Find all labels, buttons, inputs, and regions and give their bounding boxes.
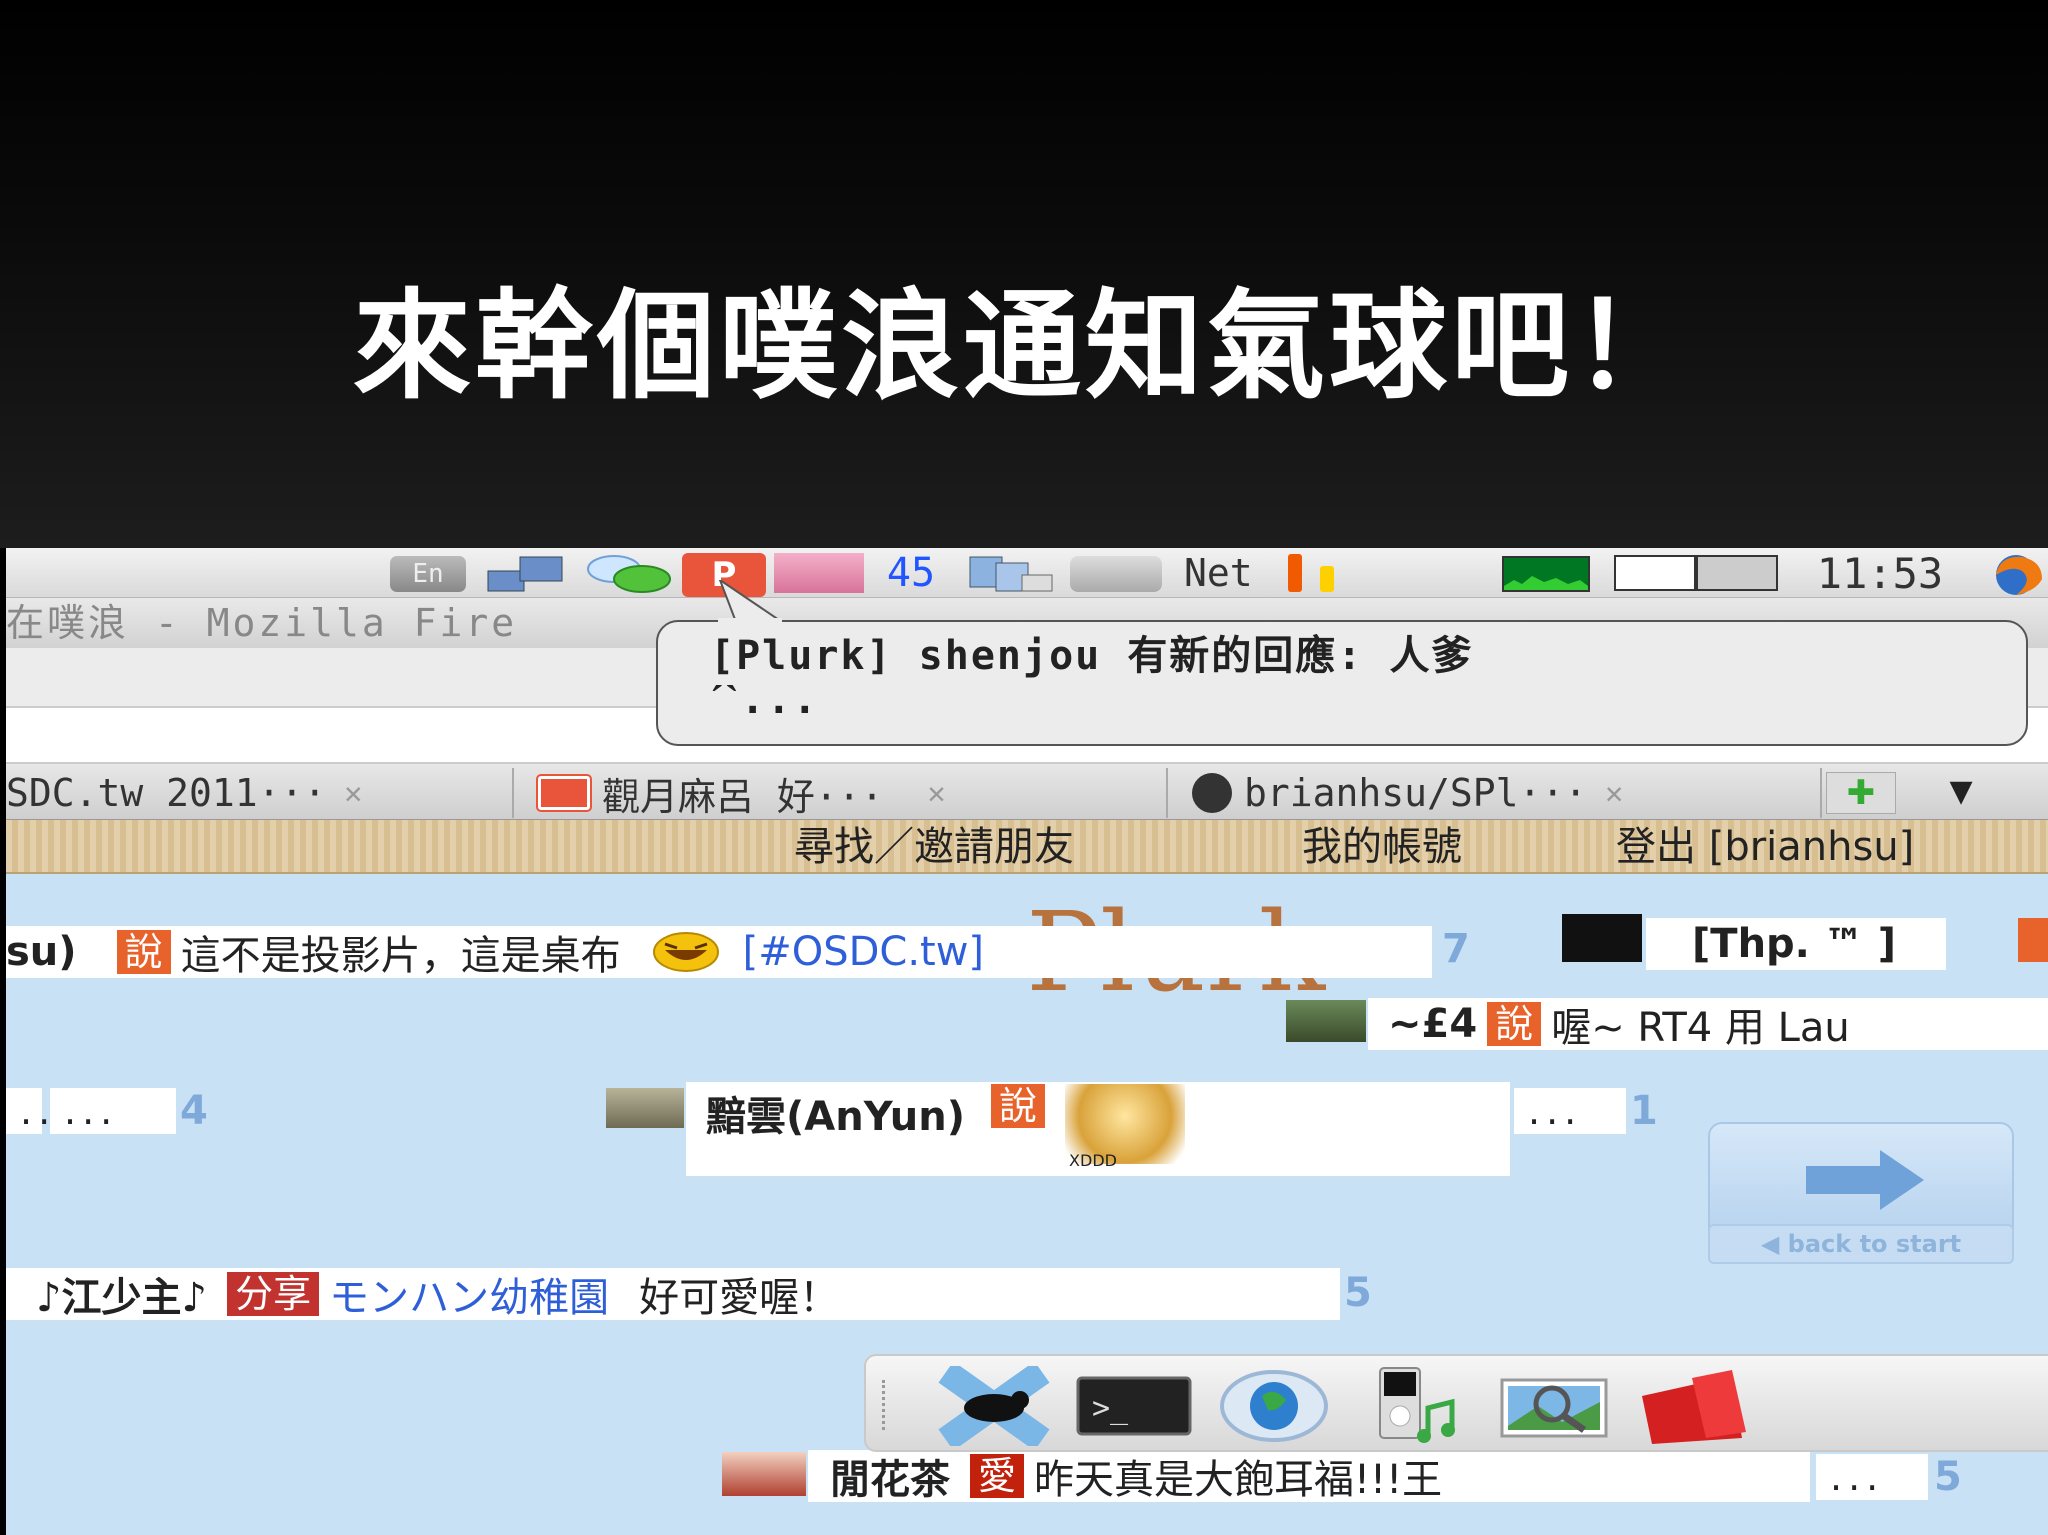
close-icon[interactable]: ✕ — [928, 776, 946, 811]
chat-icon[interactable] — [584, 553, 674, 593]
more-button[interactable]: ... — [50, 1088, 176, 1134]
qualifier-badge: 說 — [991, 1084, 1046, 1128]
firefox-icon[interactable] — [1982, 553, 2046, 595]
response-count[interactable]: 4 — [180, 1088, 208, 1134]
workspace-switcher-icon[interactable] — [1610, 553, 1780, 593]
net-monitor-icon — [1320, 566, 1334, 592]
qualifier-badge: 分享 — [227, 1272, 320, 1316]
plurk-row[interactable]: 黯雲(AnYun) 說 XDDD — [686, 1082, 1510, 1176]
image-viewer-icon[interactable] — [1492, 1366, 1616, 1446]
find-invite-friends-link[interactable]: 尋找／邀請朋友 — [794, 820, 1074, 874]
plurk-row[interactable]: ~£4 說 喔~ RT4 用 Lau — [1368, 998, 2048, 1051]
notification-message: [Plurk] shenjou 有新的回應: 人爹 ˊˋ... — [710, 634, 2010, 722]
qualifier-badge: 說 — [1487, 1002, 1542, 1046]
qualifier-badge: 愛 — [970, 1454, 1025, 1498]
plurk-row[interactable]: su) 說 這不是投影片，這是桌布 [#OSDC.tw] — [6, 926, 1432, 979]
plurk-favicon-icon — [536, 774, 592, 812]
unread-count[interactable]: 45 — [876, 550, 946, 596]
logout-link[interactable]: 登出 [brianhsu] — [1616, 820, 1914, 874]
more-button[interactable]: ... — [1514, 1088, 1626, 1134]
new-tab-button[interactable]: ✚ — [1826, 772, 1896, 814]
tab-osdc[interactable]: SDC.tw 2011··· ✕ — [6, 768, 514, 818]
clock[interactable]: 11:53 — [1790, 549, 1970, 598]
plurk-text: 好可愛喔！ — [639, 1275, 840, 1321]
notification-balloon[interactable]: [Plurk] shenjou 有新的回應: 人爹 ˊˋ... — [656, 620, 2028, 746]
avatar[interactable] — [722, 1452, 806, 1496]
plurk-row[interactable]: ♪江少主♪ 分享 モンハン幼稚園 好可愛喔！ — [6, 1265, 1340, 1323]
qualifier-badge — [2018, 918, 2048, 962]
desktop-screenshot: Plurk su) 說 這不是投影片，這是桌布 [#OSDC.tw] 7 [Th… — [6, 548, 2048, 1535]
x-mouse-icon[interactable] — [932, 1361, 1056, 1451]
hashtag-link[interactable]: [#OSDC.tw] — [743, 929, 984, 975]
avatar-icon[interactable] — [774, 553, 864, 593]
my-account-link[interactable]: 我的帳號 — [1302, 820, 1462, 874]
response-count[interactable]: 1 — [1630, 1088, 1658, 1134]
plurk-text: 喔~ RT4 用 Lau — [1551, 1005, 1850, 1051]
image-thumbnail[interactable]: XDDD — [1065, 1084, 1186, 1170]
network-icon[interactable] — [486, 553, 566, 593]
system-panel: En P 45 Net 11:53 — [6, 548, 2048, 598]
tab-label: brianhsu/SPl··· — [1244, 771, 1588, 815]
net-monitor-icon — [1288, 554, 1302, 592]
avatar[interactable] — [606, 1088, 684, 1128]
avatar[interactable] — [1286, 1000, 1366, 1042]
terminal-icon[interactable]: >_ — [1072, 1366, 1196, 1446]
qualifier-badge: 說 — [116, 930, 171, 974]
dock-handle[interactable] — [882, 1380, 892, 1430]
svg-text:>_: >_ — [1092, 1391, 1129, 1426]
plurk-author[interactable]: su) — [6, 929, 77, 975]
plurk-text: 昨天真是大飽耳福!!!王 — [1034, 1457, 1443, 1503]
notification-line: [Plurk] shenjou 有新的回應: 人爹 — [710, 633, 1474, 679]
more-button[interactable]: ... — [6, 1088, 68, 1134]
folder-icon[interactable] — [1632, 1366, 1752, 1446]
thumbnail-caption: XDDD — [1069, 1151, 1117, 1170]
plurk-menu-bar: 尋找／邀請朋友 我的帳號 登出 [brianhsu] — [6, 820, 2048, 874]
response-count[interactable]: 7 — [1442, 926, 1470, 972]
tab-bar: SDC.tw 2011··· ✕ 觀月麻呂 好··· ✕ brianhsu/SP… — [6, 764, 2048, 820]
blank-applet-icon[interactable] — [1070, 556, 1162, 592]
tab-plurk[interactable]: 觀月麻呂 好··· ✕ — [528, 768, 1168, 819]
more-button[interactable]: ... — [1816, 1454, 1928, 1500]
slide-title: 來幹個噗浪通知氣球吧！ — [352, 277, 1695, 415]
plurk-author[interactable]: ♪江少主♪ — [36, 1265, 207, 1323]
net-monitor-label: Net — [1184, 551, 1253, 595]
shared-link[interactable]: モンハン幼稚園 — [329, 1265, 609, 1323]
plurk-author[interactable]: 黯雲(AnYun) — [706, 1084, 965, 1142]
plurk-text: 這不是投影片，這是桌布 — [180, 933, 621, 979]
music-player-icon[interactable] — [1352, 1366, 1476, 1446]
back-to-start-button[interactable]: ◀ back to start — [1708, 1224, 2014, 1264]
plurk-author[interactable]: 閒花茶 — [830, 1447, 950, 1505]
tab-label: 觀月麻呂 好··· — [602, 774, 884, 819]
avatar[interactable] — [1562, 914, 1642, 962]
response-count[interactable]: 5 — [1934, 1454, 1962, 1500]
application-dock: >_ — [864, 1354, 2048, 1452]
keyboard-layout-indicator[interactable]: En — [390, 556, 466, 592]
close-icon[interactable]: ✕ — [1605, 776, 1623, 811]
plurk-row[interactable]: [Thp. ™ ] — [1646, 918, 1946, 970]
plurk-row[interactable]: 閒花茶 愛 昨天真是大飽耳福!!!王 — [808, 1447, 1810, 1505]
tab-github[interactable]: brianhsu/SPl··· ✕ — [1182, 768, 1822, 818]
web-browser-icon[interactable] — [1212, 1366, 1336, 1446]
machines-icon[interactable] — [966, 553, 1056, 593]
laughing-emoticon-icon — [652, 932, 719, 972]
plurk-author[interactable]: ~£4 — [1388, 1001, 1477, 1047]
close-icon[interactable]: ✕ — [344, 776, 362, 811]
cpu-graph-icon[interactable] — [1502, 556, 1590, 592]
tab-list-dropdown[interactable]: ▼ — [1936, 770, 1986, 814]
github-favicon-icon — [1192, 773, 1232, 813]
response-count[interactable]: 5 — [1344, 1270, 1372, 1316]
balloon-pointer-joint — [718, 618, 782, 624]
plurk-author[interactable]: [Thp. ™ ] — [1692, 921, 1896, 967]
tab-label: SDC.tw 2011··· — [6, 771, 327, 815]
notification-line: ˊˋ... — [710, 677, 819, 723]
slide-header: 來幹個噗浪通知氣球吧！ — [0, 0, 2048, 548]
